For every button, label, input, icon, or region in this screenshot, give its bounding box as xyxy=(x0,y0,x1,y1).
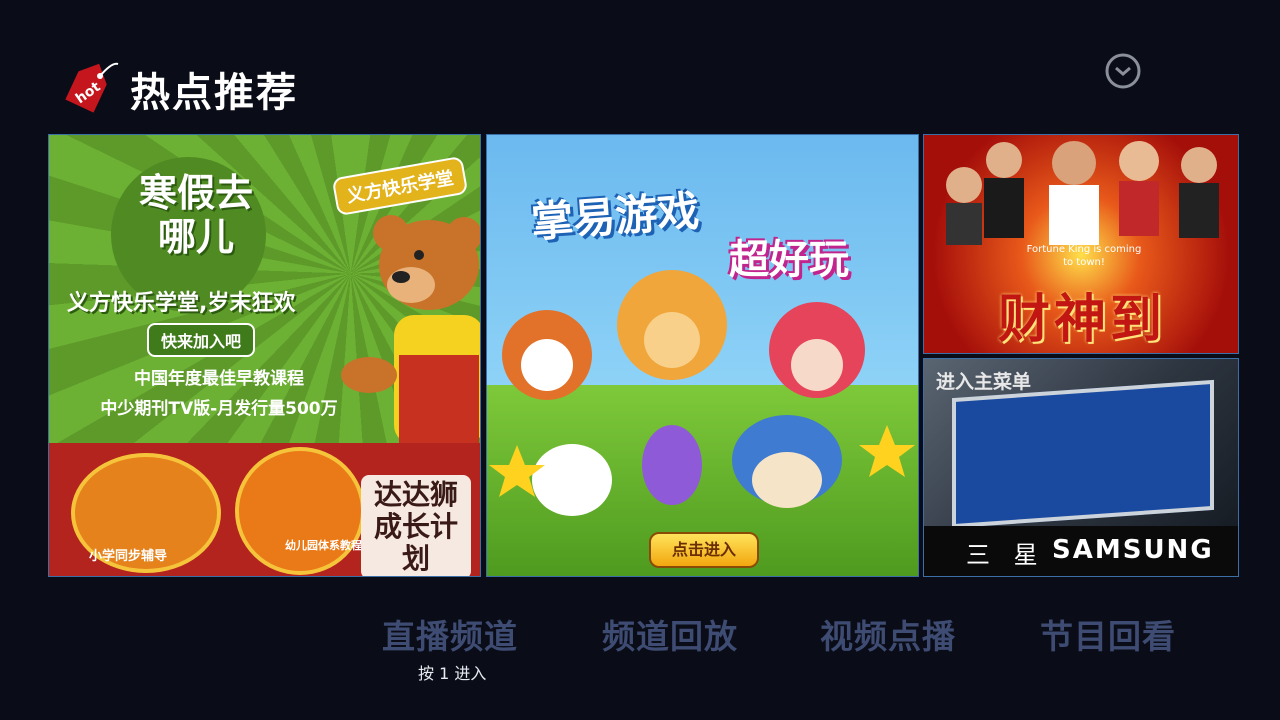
tile-subtitle: 超好玩 xyxy=(729,237,849,283)
menu-video-on-demand[interactable]: 视频点播 xyxy=(820,610,956,658)
badge-kindergarten: 幼儿园体系教程 xyxy=(285,539,362,552)
tile-movie[interactable]: Fortune King is coming to town! 财神到 xyxy=(923,134,1239,354)
tile-line-2: 中少期刊TV版-月发行量500万 xyxy=(100,399,338,419)
hot-tag-icon: hot xyxy=(65,62,119,113)
clock-icon[interactable] xyxy=(1104,52,1142,90)
tile-kids-education[interactable]: 寒假去哪儿 义方快乐学堂 义方快乐学堂,岁末狂欢 快来加入吧 中国年度最佳早教课… xyxy=(48,134,481,577)
tile-line-1: 中国年度最佳早教课程 xyxy=(134,369,304,389)
tile-english-title: Fortune King is coming to town! xyxy=(1026,244,1142,268)
tile-games[interactable]: 掌易游戏 超好玩 点击进入 xyxy=(486,134,919,577)
tile-samsung[interactable]: 进入主菜单 三 星 SAMSUNG xyxy=(923,358,1239,577)
menu-channel-replay[interactable]: 频道回放 xyxy=(602,610,738,658)
tile-slogan: 义方快乐学堂,岁末狂欢 xyxy=(67,291,296,316)
tile-headline: 寒假去哪儿 xyxy=(138,171,253,259)
tv-screen-icon xyxy=(952,379,1214,529)
tile-title: 掌易游戏 xyxy=(529,186,701,247)
main-menu-label: 进入主菜单 xyxy=(936,371,1032,393)
brand-name-en: SAMSUNG xyxy=(1052,535,1214,565)
tile-title: 财神到 xyxy=(997,289,1166,350)
menu-hint: 按 1 进入 xyxy=(418,664,487,683)
lion-mascot-icon xyxy=(235,447,365,575)
brand-name-cn: 三 星 xyxy=(966,541,1046,569)
badge-lion-plan: 达达狮成长计划 xyxy=(361,475,471,576)
badge-primary-tutoring: 小学同步辅导 xyxy=(89,549,168,564)
menu-live-channels[interactable]: 直播频道 xyxy=(382,610,518,658)
cartoon-animals-icon xyxy=(489,270,915,516)
join-button[interactable]: 快来加入吧 xyxy=(147,323,256,357)
cast-photo-icon xyxy=(946,141,1219,245)
page-title: 热点推荐 xyxy=(130,69,298,116)
menu-program-lookback[interactable]: 节目回看 xyxy=(1040,610,1176,658)
enter-button[interactable]: 点击进入 xyxy=(649,532,759,568)
